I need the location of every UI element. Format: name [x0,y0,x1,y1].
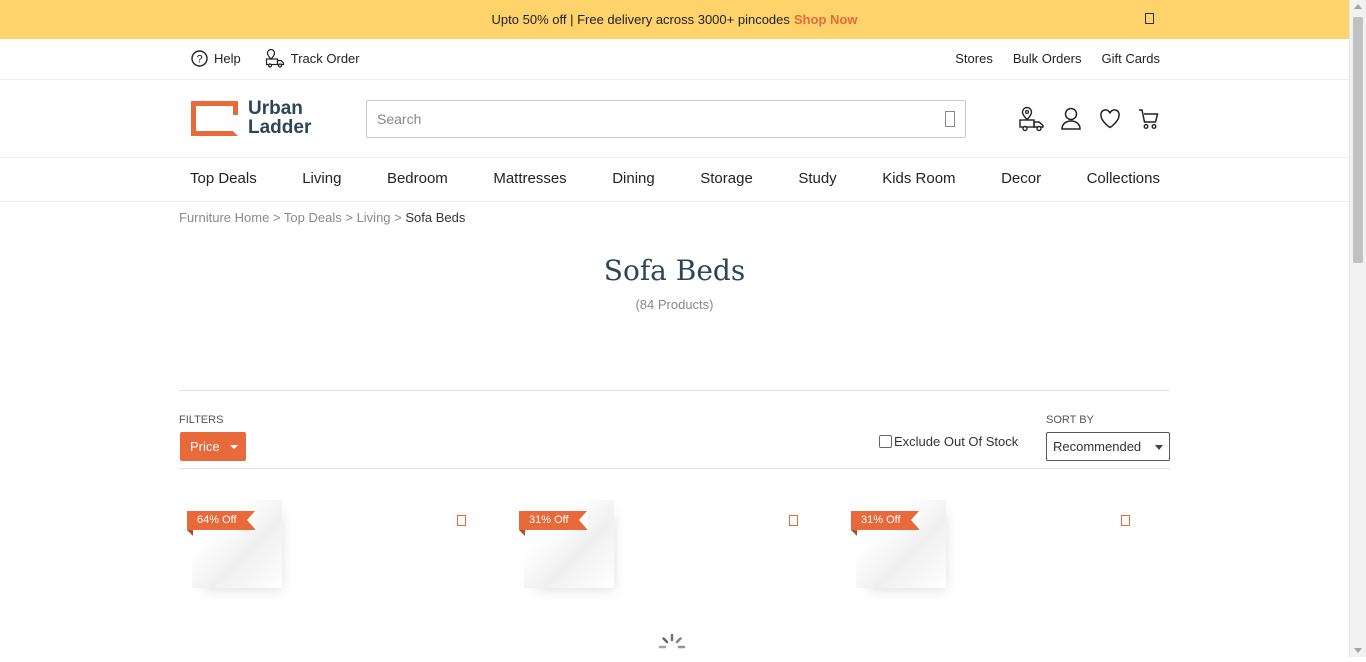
wishlist-icon[interactable] [457,515,466,526]
discount-badge: 31% Off [519,511,587,536]
price-filter-button[interactable]: Price [180,432,246,461]
chevron-down-icon [229,444,238,449]
nav-item-storage[interactable]: Storage [700,170,753,187]
logo[interactable]: Urban Ladder [191,99,311,137]
logo-text-line2: Ladder [248,117,312,138]
nav-item-dining[interactable]: Dining [612,170,655,187]
nav-item-decor[interactable]: Decor [1001,170,1041,187]
wishlist-icon[interactable] [789,515,798,526]
product-card[interactable]: 64% Off [180,500,490,600]
category-nav: Top Deals Living Bedroom Mattresses Dini… [0,158,1349,202]
breadcrumb-link-furniture-home[interactable]: Furniture Home [179,210,269,225]
divider [179,390,1170,391]
stores-link[interactable]: Stores [955,51,993,66]
nav-item-living[interactable]: Living [302,170,341,187]
discount-badge: 31% Off [851,511,919,536]
header: Urban Ladder Search [0,80,1349,158]
user-icon [1060,107,1081,130]
nav-item-collections[interactable]: Collections [1087,170,1160,187]
product-card[interactable]: 31% Off [512,500,822,600]
utility-bar: ? Help Track Order Stores Bulk Orders Gi… [0,39,1349,80]
nav-item-kids-room[interactable]: Kids Room [882,170,955,187]
sort-select[interactable]: Recommended [1046,432,1170,461]
scroll-down-icon[interactable] [1354,648,1362,653]
help-label: Help [214,50,241,66]
track-delivery-button[interactable] [1012,106,1051,132]
sort-by-label: SORT BY [1046,414,1094,426]
exclude-out-of-stock-label: Exclude Out Of Stock [894,434,1019,449]
delivery-truck-icon [265,48,284,68]
help-icon: ? [191,49,208,67]
breadcrumb: Furniture Home > Top Deals > Living > So… [179,210,466,225]
shop-now-link[interactable]: Shop Now [794,12,858,27]
help-link[interactable]: ? Help [191,49,241,67]
product-card[interactable]: 31% Off [844,500,1154,600]
close-icon[interactable] [1145,13,1154,24]
divider [179,468,1170,469]
nav-item-mattresses[interactable]: Mattresses [493,170,566,187]
promo-bar: Upto 50% off | Free delivery across 3000… [0,0,1349,39]
track-order-link[interactable]: Track Order [265,48,360,68]
search-input[interactable]: Search [366,100,966,138]
wishlist-button[interactable] [1090,106,1129,132]
page-scrollbar[interactable] [1349,0,1366,657]
chevron-down-icon [1155,445,1163,450]
promo-text: Upto 50% off | Free delivery across 3000… [491,12,790,27]
sort-selected-value: Recommended [1053,439,1142,454]
exclude-out-of-stock-toggle[interactable]: Exclude Out Of Stock [879,434,1018,449]
search-placeholder: Search [377,111,422,127]
delivery-location-icon [1018,106,1044,132]
bulk-orders-link[interactable]: Bulk Orders [1013,51,1082,66]
loading-spinner-icon [658,633,686,649]
cart-icon [1138,109,1158,130]
breadcrumb-link-top-deals[interactable]: Top Deals [284,210,342,225]
scrollbar-thumb[interactable] [1353,17,1363,263]
heart-icon [1099,109,1120,129]
account-button[interactable] [1051,106,1090,132]
product-count: (84 Products) [635,297,714,312]
svg-text:?: ? [196,53,202,65]
filters-label: FILTERS [179,414,224,426]
cart-button[interactable] [1129,106,1168,132]
gift-cards-link[interactable]: Gift Cards [1101,51,1160,66]
logo-mark [191,100,238,136]
exclude-out-of-stock-checkbox[interactable] [879,435,892,448]
nav-item-study[interactable]: Study [798,170,836,187]
discount-badge: 64% Off [187,511,255,536]
search-icon[interactable] [945,111,955,127]
nav-item-top-deals[interactable]: Top Deals [190,170,257,187]
logo-text-line1: Urban [248,98,303,119]
breadcrumb-link-living[interactable]: Living [357,210,391,225]
page-title: Sofa Beds [603,254,746,287]
nav-item-bedroom[interactable]: Bedroom [387,170,448,187]
track-order-label: Track Order [290,50,360,66]
wishlist-icon[interactable] [1121,515,1130,526]
breadcrumb-current: Sofa Beds [405,210,466,225]
scroll-up-icon[interactable] [1354,4,1362,9]
price-filter-label: Price [190,439,220,454]
